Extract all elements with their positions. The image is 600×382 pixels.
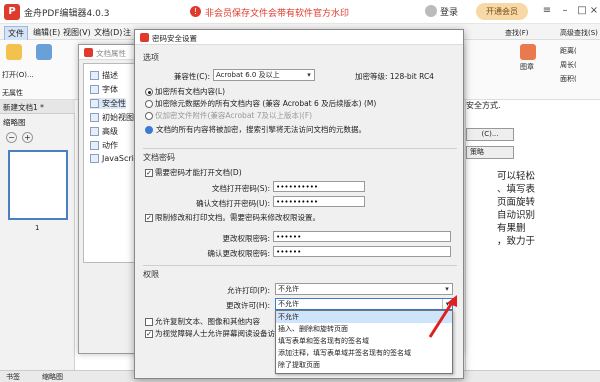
change-password-input[interactable] xyxy=(273,231,451,242)
info-icon xyxy=(145,126,153,134)
open-button-label[interactable]: 打开(O)... xyxy=(2,70,34,80)
warning-icon: ! xyxy=(190,6,201,17)
tree-item-security[interactable]: 安全性 xyxy=(90,98,126,109)
action-icon xyxy=(90,141,99,150)
promo-banner[interactable]: 非会员保存文件会带有软件官方水印 xyxy=(205,6,349,19)
compat-select[interactable]: Acrobat 6.0 及以上 ▾ xyxy=(213,69,315,81)
tab-bookmarks[interactable]: 书签 xyxy=(6,372,20,382)
encryption-level: 加密等级: 128-bit RC4 xyxy=(355,72,434,81)
doc-icon xyxy=(90,71,99,80)
vip-button[interactable]: 开通会员 xyxy=(476,3,528,20)
options-group-label: 选项 xyxy=(143,53,159,62)
app-logo-icon: P xyxy=(4,4,20,20)
restrict-checkbox[interactable]: ✓ 限制修改和打印文档。需要密码来修改权限设置。 xyxy=(145,212,320,223)
menu-icon[interactable]: ≡ xyxy=(540,4,554,18)
radio-encrypt-attachments: 仅加密文件附件(兼容Acrobat 7及以上版本)(F) xyxy=(145,110,312,121)
gear-icon xyxy=(90,127,99,136)
security-method-label: 安全方式. xyxy=(466,101,501,110)
checkbox-icon xyxy=(145,318,153,326)
app-title: 金舟PDF编辑器4.0.3 xyxy=(24,9,110,19)
confirm-change-password-label: 确认更改权限密码: xyxy=(207,249,270,258)
page-number: 1 xyxy=(35,224,40,232)
menu-comment[interactable]: 注 xyxy=(120,26,134,39)
dropdown-option[interactable]: 添加注释，填写表单域并签名现有的签名域 xyxy=(276,347,452,359)
tab-thumbnails[interactable]: 缩略图 xyxy=(42,372,63,382)
tree-item-description[interactable]: 描述 xyxy=(90,70,118,81)
radio-encrypt-all[interactable]: 加密所有文档内容(L) xyxy=(145,86,225,97)
maximize-icon[interactable]: □ xyxy=(575,4,589,18)
confirm-change-password-input[interactable] xyxy=(273,246,451,257)
checkbox-checked-icon: ✓ xyxy=(145,214,153,222)
divider xyxy=(143,265,457,266)
menu-file[interactable]: 文件 xyxy=(4,26,28,41)
stamp-icon[interactable] xyxy=(520,44,536,60)
tree-item-actions[interactable]: 动作 xyxy=(90,140,118,151)
change-password-label: 更改权限密码: xyxy=(222,234,270,243)
open-password-label: 文档打开密码(S): xyxy=(211,184,270,193)
dialog-title: 文档属性 xyxy=(96,49,126,58)
tree-item-fonts[interactable]: 字体 xyxy=(90,84,118,95)
perimeter-tool[interactable]: 周长( xyxy=(560,60,577,70)
app-logo-icon xyxy=(140,33,149,42)
chevron-down-icon: ▾ xyxy=(307,71,311,79)
distance-tool[interactable]: 距离( xyxy=(560,46,577,56)
policy-select[interactable]: 策略 xyxy=(466,146,514,159)
zoom-in-icon[interactable]: + xyxy=(22,132,33,143)
compat-label: 兼容性(C): xyxy=(173,72,210,81)
tab-new-document[interactable]: 新建文档1 * xyxy=(0,100,75,114)
chevron-down-icon: ▾ xyxy=(445,285,449,293)
zoom-out-icon[interactable]: − xyxy=(6,132,17,143)
avatar-icon[interactable] xyxy=(425,5,437,17)
open-folder-icon[interactable] xyxy=(6,44,22,60)
radio-icon xyxy=(145,88,153,96)
area-tool[interactable]: 面积( xyxy=(560,74,577,84)
allow-copy-checkbox[interactable]: 允许复制文本、图像和其他内容 xyxy=(145,316,260,327)
print-permission-select[interactable]: 不允许 ▾ xyxy=(275,283,453,295)
change-permission-label: 更改许可(H): xyxy=(225,301,270,310)
no-properties-label: 无属性 xyxy=(2,89,23,97)
annotation-arrow-icon xyxy=(428,295,457,338)
save-icon[interactable] xyxy=(36,44,52,60)
page-thumbnail[interactable] xyxy=(8,150,68,220)
panel-title: 缩略图 xyxy=(3,118,26,127)
minimize-icon[interactable]: – xyxy=(558,4,572,18)
menu-view[interactable]: 视图(V) xyxy=(60,26,94,39)
shield-icon xyxy=(90,99,99,108)
thumbnail-panel: 缩略图 − + 1 xyxy=(0,114,75,370)
open-password-input[interactable] xyxy=(273,181,365,192)
tree-item-initial-view[interactable]: 初始视图 xyxy=(90,112,134,123)
advanced-search-button[interactable]: 高级查找(S) xyxy=(560,28,598,38)
checkbox-checked-icon: ✓ xyxy=(145,169,153,177)
dialog-title: 密码安全设置 xyxy=(152,34,197,43)
stamp-label[interactable]: 图章 xyxy=(520,62,534,72)
permissions-group-label: 权限 xyxy=(143,270,159,279)
radio-encrypt-except-metadata[interactable]: 加密除元数据外的所有文档内容 (兼容 Acrobat 6 及后续版本) (M) xyxy=(145,98,376,109)
login-link[interactable]: 登录 xyxy=(440,5,458,18)
close-icon[interactable]: × xyxy=(589,4,599,18)
menu-edit[interactable]: 编辑(E) xyxy=(30,26,63,39)
doc-password-group-label: 文档密码 xyxy=(143,153,175,162)
search-button[interactable]: 查找(F) xyxy=(505,28,529,38)
encryption-info: 文档的所有内容将被加密，搜索引擎将无法访问文档的元数据。 xyxy=(145,124,366,135)
dialog-titlebar: 密码安全设置 xyxy=(135,30,463,45)
radio-icon xyxy=(145,112,153,120)
dropdown-option[interactable]: 除了提取页面 xyxy=(276,359,452,371)
change-settings-button[interactable]: (C)... xyxy=(466,128,514,141)
screen-reader-checkbox[interactable]: ✓ 为视觉障碍人士允许屏幕阅读设备访问文 xyxy=(145,328,290,339)
divider xyxy=(143,148,457,149)
confirm-open-password-input[interactable] xyxy=(273,196,365,207)
script-icon xyxy=(90,154,99,163)
font-icon xyxy=(90,85,99,94)
require-password-checkbox[interactable]: ✓ 需要密码才能打开文档(D) xyxy=(145,167,242,178)
tree-item-advanced[interactable]: 高级 xyxy=(90,126,118,137)
confirm-open-password-label: 确认文档打开密码(U): xyxy=(196,199,270,208)
view-icon xyxy=(90,113,99,122)
app-logo-icon xyxy=(84,48,93,57)
print-permission-label: 允许打印(P): xyxy=(227,286,270,295)
radio-icon xyxy=(145,100,153,108)
title-bar: P 金舟PDF编辑器4.0.3 ! 非会员保存文件会带有软件官方水印 登录 开通… xyxy=(0,0,600,24)
checkbox-checked-icon: ✓ xyxy=(145,330,153,338)
